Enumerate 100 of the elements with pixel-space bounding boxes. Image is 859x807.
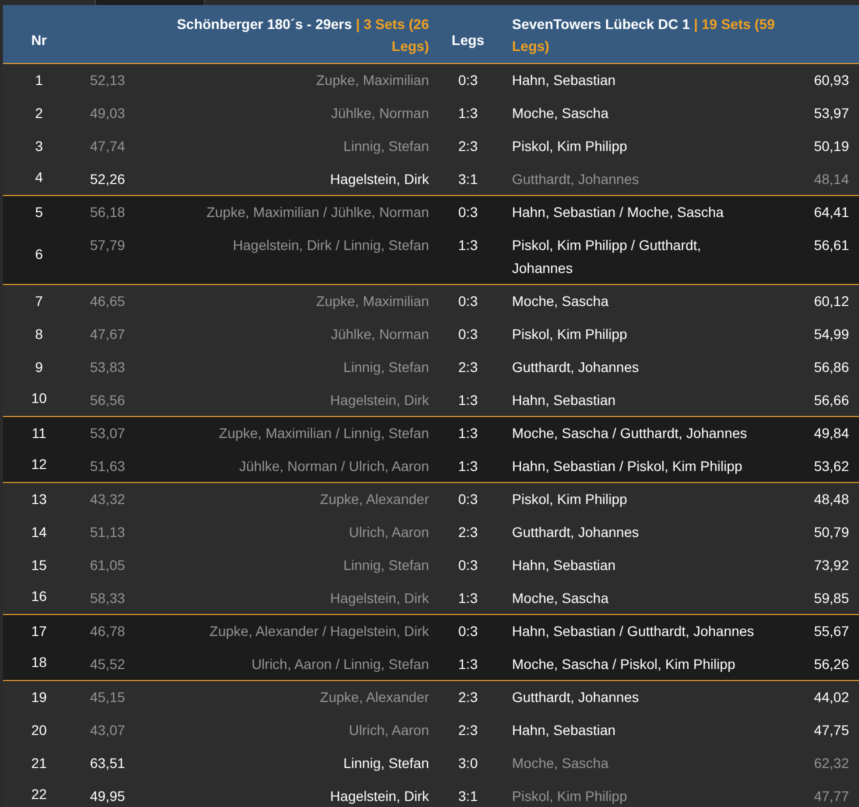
table-cell-text: 60,93 [812,71,849,90]
table-cell-text: 47,77 [812,787,849,806]
table-cell-text: Hahn, Sebastian [511,556,617,575]
table-cell-text: 53,97 [812,104,849,123]
table-cell-text: Piskol, Kim Philipp / Gutthardt, Johannes [511,236,702,278]
table-cell-text: Moche, Sascha [511,754,610,773]
table-cell-text: 52,13 [89,71,126,90]
table-cell-text: 56,86 [812,358,849,377]
tab-edge[interactable] [95,0,205,5]
table-cell-text: 12 [30,454,48,474]
table-cell-text: 10 [30,388,48,408]
table-cell-text: Moche, Sascha [511,292,610,311]
table-cell-text: 0:3 [457,292,479,311]
table-cell-text: 64,41 [812,203,849,222]
table-cell-text: 1:3 [457,457,479,476]
table-cell-text: Linnig, Stefan [342,358,429,377]
table-cell-text: 57,79 [89,236,126,255]
table-cell-text: 4 [34,168,44,186]
table-cell-text: Hahn, Sebastian / Moche, Sascha [511,203,725,222]
column-header: Nr [30,31,48,48]
table-cell-text: Piskol, Kim Philipp [511,137,628,156]
table-cell-text: 3:0 [457,754,479,773]
table-cell-text: Linnig, Stefan [342,556,429,575]
table-cell-text: 1:3 [457,589,479,608]
table-cell-text: 13 [30,490,48,509]
column-header: Legs [450,31,486,48]
table-cell-text: Hahn, Sebastian [511,391,617,410]
table-cell-text: 2:3 [457,358,479,377]
table-cell-text: 56,26 [812,655,849,674]
table-cell-text: 8 [34,325,44,344]
table-cell-text: 1:3 [457,391,479,410]
table-cell-text: 19 [30,688,48,707]
table-cell-text: Ulrich, Aaron [348,721,429,740]
table-cell-text: 62,32 [812,754,849,773]
table-cell-text: Piskol, Kim Philipp [511,787,628,806]
table-cell-text: Gutthardt, Johannes [511,170,640,189]
table-cell-text: 2:3 [457,137,479,156]
table-cell-text: 11 [30,424,48,443]
table-cell-text: 2 [34,104,44,123]
table-cell-text: Jühlke, Norman [330,104,429,123]
table-cell-text: Piskol, Kim Philipp [511,325,628,344]
table-cell-text: Hagelstein, Dirk [329,589,429,608]
table-cell-text: 3:1 [457,170,479,189]
table-cell-text: 14 [30,523,48,542]
table-cell-text: 2:3 [457,721,479,740]
table-cell-text: Zupke, Alexander [319,688,429,707]
table-cell-text: 16 [30,586,48,606]
table-cell-text: 49,95 [89,787,126,806]
table-cell-text: Zupke, Maximilian / Jühlke, Norman [205,203,429,222]
table-cell-text: 7 [34,292,44,311]
table-cell-text: Hahn, Sebastian [511,71,617,90]
table-cell-text: 56,56 [89,391,126,410]
table-cell-text: 46,65 [89,292,126,311]
table-cell-text: 1:3 [457,424,479,443]
table-cell-text: 73,92 [812,556,849,575]
table-cell-text: 0:3 [457,490,479,509]
table-cell-text: 18 [30,652,48,672]
table-cell-text: Piskol, Kim Philipp [511,490,628,509]
table-cell-text: 46,78 [89,622,126,641]
table-cell-text: 6 [34,245,44,264]
table-cell-text: 3 [34,137,44,156]
table-cell-text: 52,26 [89,170,126,189]
table-cell-text: 56,61 [812,236,849,255]
table-cell-text: 50,19 [812,137,849,156]
table-cell-text: 55,67 [812,622,849,641]
table-cell-text: 21 [30,754,48,773]
table-cell-text: Hagelstein, Dirk [329,787,429,806]
table-cell-text: 53,07 [89,424,126,443]
table-cell-text: 48,14 [812,170,849,189]
table-cell-text: 49,84 [812,424,849,443]
table-cell-text: Jühlke, Norman [330,325,429,344]
table-cell-text: 1:3 [457,104,479,123]
table-cell-text: Hagelstein, Dirk [329,391,429,410]
table-cell-text: 54,99 [812,325,849,344]
table-cell-text: Moche, Sascha / Gutthardt, Johannes [511,424,748,443]
table-cell-text: 45,15 [89,688,126,707]
table-cell-text: 49,03 [89,104,126,123]
table-cell-text: Hahn, Sebastian / Gutthardt, Johannes [511,622,756,641]
table-cell-text: Hagelstein, Dirk / Linnig, Stefan [232,236,429,255]
table-cell-text: 0:3 [457,556,479,575]
table-cell-text: Jühlke, Norman / Ulrich, Aaron [238,457,429,476]
table-cell-text: 1:3 [457,236,479,255]
table-cell-text: Gutthardt, Johannes [511,523,640,542]
table-cell-text: Moche, Sascha / Piskol, Kim Philipp [511,655,736,674]
table-cell-text: 9 [34,358,44,377]
table-cell-text: Zupke, Maximilian [315,292,429,311]
table-cell-text: Moche, Sascha [511,589,610,608]
table-cell-text: 17 [30,622,48,641]
table-cell-text: 53,62 [812,457,849,476]
table-cell-text: 1:3 [457,655,479,674]
table-cell-text: Moche, Sascha [511,104,610,123]
table-cell-text: 50,79 [812,523,849,542]
table-cell-text: Ulrich, Aaron [348,523,429,542]
table-cell-text: 43,07 [89,721,126,740]
table-cell-text: 58,33 [89,589,126,608]
table-cell-text: Zupke, Alexander [319,490,429,509]
table-cell-text: Ulrich, Aaron / Linnig, Stefan [250,655,429,674]
table-cell-text: Hahn, Sebastian [511,721,617,740]
table-cell-text: 47,67 [89,325,126,344]
team-heading: Schönberger 180´s - 29ers | 3 Sets (26 Legs) [176,15,429,56]
